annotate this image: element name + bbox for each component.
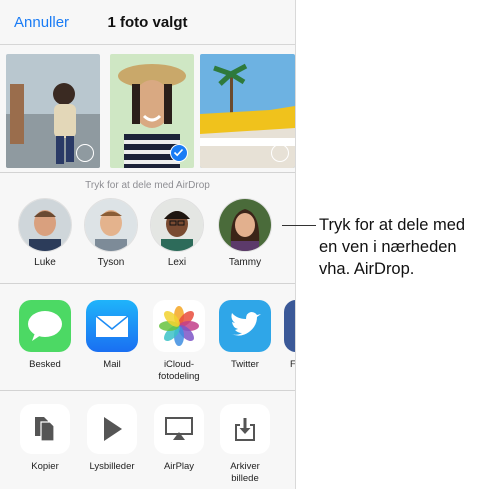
facebook-icon [284, 300, 295, 352]
photo-thumbnail-selected[interactable] [110, 54, 194, 168]
photo-thumbnail[interactable] [6, 54, 100, 168]
action-copy[interactable]: Kopier [14, 404, 76, 473]
copy-icon [20, 404, 70, 454]
app-label: Twitter [231, 359, 259, 370]
action-slideshow[interactable]: Lysbilleder [81, 404, 143, 473]
app-twitter[interactable]: Twitter [214, 300, 276, 371]
save-icon [220, 404, 270, 454]
app-facebook[interactable]: F [278, 300, 295, 371]
share-sheet: Annuller 1 foto valgt Tryk for at dele m… [0, 0, 296, 489]
app-label: Mail [103, 359, 121, 370]
selection-circle-icon[interactable] [76, 144, 94, 162]
twitter-icon [219, 300, 271, 352]
action-label: Lysbilleder [89, 461, 135, 472]
avatar [218, 198, 272, 252]
app-messages[interactable]: Besked [14, 300, 76, 371]
avatar [18, 198, 72, 252]
photo-strip[interactable] [0, 48, 295, 172]
airdrop-person-lexi[interactable]: Lexi [149, 198, 205, 268]
action-label: AirPlay [163, 461, 195, 472]
divider [0, 172, 295, 173]
photos-icon [153, 300, 205, 352]
navigation-bar: Annuller 1 foto valgt [0, 0, 295, 45]
app-label: iCloud- fotodeling [158, 359, 200, 382]
person-name: Lexi [167, 257, 187, 268]
person-name: Luke [34, 257, 56, 268]
divider [0, 283, 295, 284]
airdrop-callout: Tryk for at dele med en ven i nærheden v… [319, 214, 465, 280]
callout-text: Tryk for at dele med [319, 216, 466, 234]
person-name: Tammy [228, 257, 262, 268]
person-name: Tyson [97, 257, 125, 268]
callout-text: en ven i nærheden [319, 238, 457, 256]
airdrop-hint: Tryk for at dele med AirDrop [85, 180, 210, 191]
selection-circle-icon[interactable] [271, 144, 289, 162]
action-save-image[interactable]: Arkiver billede [214, 404, 276, 485]
avatar [84, 198, 138, 252]
callout-line [282, 225, 316, 226]
action-airplay[interactable]: AirPlay [148, 404, 210, 473]
callout-text: vha. AirDrop. [319, 260, 415, 278]
airdrop-person-tyson[interactable]: Tyson [83, 198, 139, 268]
avatar [150, 198, 204, 252]
divider [0, 390, 295, 391]
play-icon [87, 404, 137, 454]
app-label: Besked [29, 359, 61, 370]
action-label: Arkiver billede [230, 461, 260, 484]
airplay-icon [154, 404, 204, 454]
page-title: 1 foto valgt [107, 14, 188, 31]
app-mail[interactable]: Mail [81, 300, 143, 371]
action-label: Kopier [31, 461, 59, 472]
app-icloud-photo-sharing[interactable]: iCloud- fotodeling [148, 300, 210, 383]
app-label: F [278, 359, 295, 371]
messages-icon [19, 300, 71, 352]
airdrop-person-luke[interactable]: Luke [17, 198, 73, 268]
mail-icon [86, 300, 138, 352]
airdrop-person-tammy[interactable]: Tammy [217, 198, 273, 268]
photo-thumbnail[interactable] [200, 54, 295, 168]
checkmark-icon[interactable] [170, 144, 188, 162]
